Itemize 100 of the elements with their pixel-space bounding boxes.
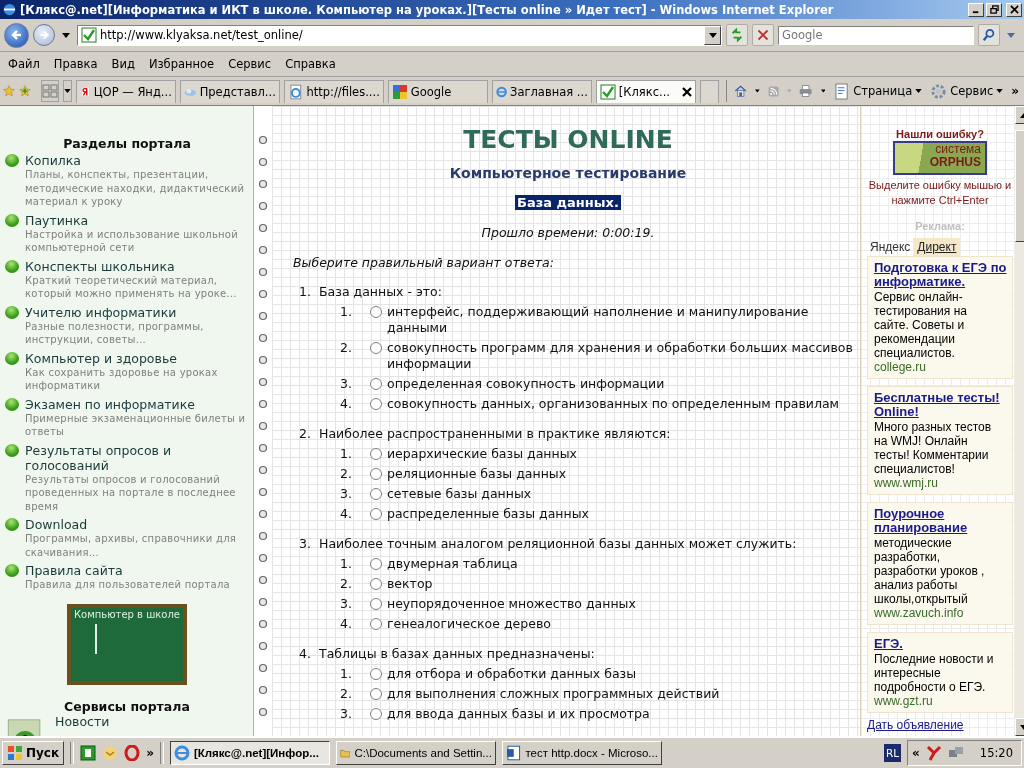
forward-button[interactable] bbox=[33, 24, 55, 46]
ad-url: college.ru bbox=[874, 360, 928, 374]
restore-button[interactable] bbox=[986, 2, 1002, 17]
menu-item[interactable]: Файл bbox=[2, 55, 46, 73]
menu-item[interactable]: Справка bbox=[279, 55, 342, 73]
ad-title[interactable]: Поурочное планирование bbox=[874, 507, 1008, 535]
ad-title[interactable]: Подготовка к ЕГЭ по информатике. bbox=[874, 261, 1008, 289]
option-number: 2. bbox=[339, 340, 352, 357]
radio-button[interactable] bbox=[370, 378, 382, 390]
sidebar-link[interactable]: Конспекты школьника bbox=[25, 258, 249, 274]
gear-icon bbox=[930, 82, 948, 100]
orphus-logo[interactable]: система ORPHUS bbox=[893, 141, 987, 175]
option-number: 3. bbox=[339, 596, 352, 612]
printer-icon[interactable] bbox=[799, 82, 813, 100]
dropdown-button[interactable] bbox=[704, 25, 721, 45]
option-text: иерархические базы данных bbox=[387, 446, 577, 462]
brand-link[interactable]: Директ bbox=[913, 238, 961, 256]
option-text: реляционные базы данных bbox=[387, 466, 567, 482]
radio-button[interactable] bbox=[370, 578, 382, 590]
search-button[interactable] bbox=[978, 24, 1000, 46]
radio-button[interactable] bbox=[370, 598, 382, 610]
sidebar-link[interactable]: Download bbox=[25, 517, 249, 532]
tab-list-button[interactable] bbox=[62, 80, 72, 102]
place-ad-link[interactable]: Дать объявление bbox=[867, 718, 1013, 733]
radio-button[interactable] bbox=[370, 668, 382, 680]
radio-button[interactable] bbox=[370, 306, 382, 318]
back-button[interactable] bbox=[4, 22, 29, 48]
sidebar-link[interactable]: Копилка bbox=[25, 153, 249, 168]
radio-button[interactable] bbox=[370, 398, 382, 410]
caret-icon bbox=[1019, 112, 1024, 118]
tools-menu-button[interactable]: Сервис bbox=[928, 82, 1006, 100]
selected-text: База данных. bbox=[515, 195, 621, 210]
sidebar-link[interactable]: Учителю информатики bbox=[25, 304, 249, 320]
option-text: для отбора и обработки данных базы bbox=[387, 666, 637, 682]
service-link[interactable]: Новости bbox=[55, 713, 110, 729]
link-description: Разные полезности, программы, инструкции, советы... bbox=[25, 320, 205, 347]
menu-item[interactable]: Правка bbox=[47, 55, 104, 73]
caret-icon[interactable] bbox=[62, 32, 70, 38]
radio-button[interactable] bbox=[370, 468, 382, 480]
radio-button[interactable] bbox=[370, 448, 382, 460]
tray-toggle-button[interactable]: « bbox=[912, 746, 920, 760]
address-field[interactable]: http://www.klyaksa.net/test_online/ bbox=[77, 24, 722, 46]
radio-button[interactable] bbox=[370, 342, 382, 354]
radio-button[interactable] bbox=[370, 688, 382, 700]
stop-button[interactable] bbox=[752, 24, 774, 46]
start-button[interactable]: Пуск bbox=[2, 741, 65, 765]
question-text: Наиболее точным аналогом реляционной базы данных может служить: bbox=[319, 536, 797, 552]
close-icon[interactable] bbox=[681, 86, 692, 97]
more-button[interactable]: » bbox=[1009, 84, 1021, 98]
radio-button[interactable] bbox=[370, 488, 382, 500]
sidebar-link[interactable]: Правила сайта bbox=[25, 563, 249, 578]
option-number: 1. bbox=[339, 556, 352, 572]
radio-button[interactable] bbox=[370, 558, 382, 570]
more-button[interactable]: » bbox=[146, 746, 154, 760]
browser-tab[interactable]: Заглавная ... bbox=[491, 79, 592, 103]
browser-tab[interactable]: ЦОР — Янд... bbox=[75, 79, 176, 103]
browser-tab[interactable]: [Клякс... bbox=[595, 79, 696, 103]
close-button[interactable] bbox=[1006, 2, 1022, 17]
radio-button[interactable] bbox=[370, 618, 382, 630]
url-text: http://www.klyaksa.net/test_online/ bbox=[100, 28, 304, 42]
link-description: Правила для пользователей портала bbox=[25, 578, 231, 592]
star-icon[interactable] bbox=[3, 82, 15, 100]
minimize-button[interactable] bbox=[968, 2, 984, 17]
sidebar-link[interactable]: Результаты опросов и голосований bbox=[25, 442, 249, 473]
caret-icon[interactable] bbox=[754, 89, 760, 93]
caret-icon[interactable] bbox=[820, 89, 826, 93]
app-icon[interactable] bbox=[80, 745, 97, 761]
refresh-button[interactable] bbox=[726, 24, 748, 46]
browser-tab[interactable]: Google bbox=[387, 79, 488, 103]
refresh-icon bbox=[730, 28, 744, 42]
ad-title[interactable]: ЕГЭ. bbox=[874, 637, 1008, 651]
grid-icon bbox=[41, 83, 58, 99]
menu-item[interactable]: Вид bbox=[105, 55, 141, 73]
taskbar-button[interactable]: [Клякс@.net][Инфор... bbox=[169, 741, 330, 765]
taskbar-button[interactable]: C:\Documents and Settin... bbox=[335, 741, 496, 765]
window-title: [Клякс@.net][Информатика и ИКТ в школе. Компьютер на уроках.][Тесты online » Идет тест] - Windows Internet Explorer bbox=[20, 2, 835, 17]
browser-tab[interactable]: http://files.... bbox=[283, 79, 384, 103]
sidebar-link[interactable]: Экзамен по информатике bbox=[25, 396, 249, 412]
sidebar-link[interactable]: Паутинка bbox=[25, 212, 249, 228]
question-text: Наиболее распространенными в практике являются: bbox=[319, 426, 671, 442]
taskbar-button[interactable]: тест http.docx - Microso... bbox=[501, 741, 662, 765]
menu-item[interactable]: Избранное bbox=[142, 55, 221, 73]
search-field[interactable]: Google bbox=[778, 25, 974, 45]
browser-tab[interactable]: Представл... bbox=[179, 79, 280, 103]
link-description: Программы, архивы, справочники для скачивания... bbox=[25, 532, 238, 559]
bullet-icon bbox=[5, 518, 19, 531]
new-tab-button[interactable] bbox=[699, 79, 719, 103]
sidebar-link[interactable]: Компьютер и здоровье bbox=[25, 350, 249, 366]
radio-button[interactable] bbox=[370, 708, 382, 720]
document-icon bbox=[505, 745, 522, 761]
page-menu-button[interactable]: Страница bbox=[833, 82, 925, 100]
error-heading: Нашли ошибку? bbox=[895, 128, 985, 140]
section-heading: Сервисы портала bbox=[63, 698, 191, 714]
add-star-icon[interactable] bbox=[18, 82, 31, 100]
language-indicator[interactable]: RL bbox=[883, 744, 902, 762]
chalk-mark bbox=[95, 623, 97, 654]
ad-title[interactable]: Бесплатные тесты! Online! bbox=[874, 391, 1008, 419]
radio-button[interactable] bbox=[370, 508, 382, 520]
menu-item[interactable]: Сервис bbox=[222, 55, 278, 73]
question-text: База данных - это: bbox=[319, 284, 442, 300]
